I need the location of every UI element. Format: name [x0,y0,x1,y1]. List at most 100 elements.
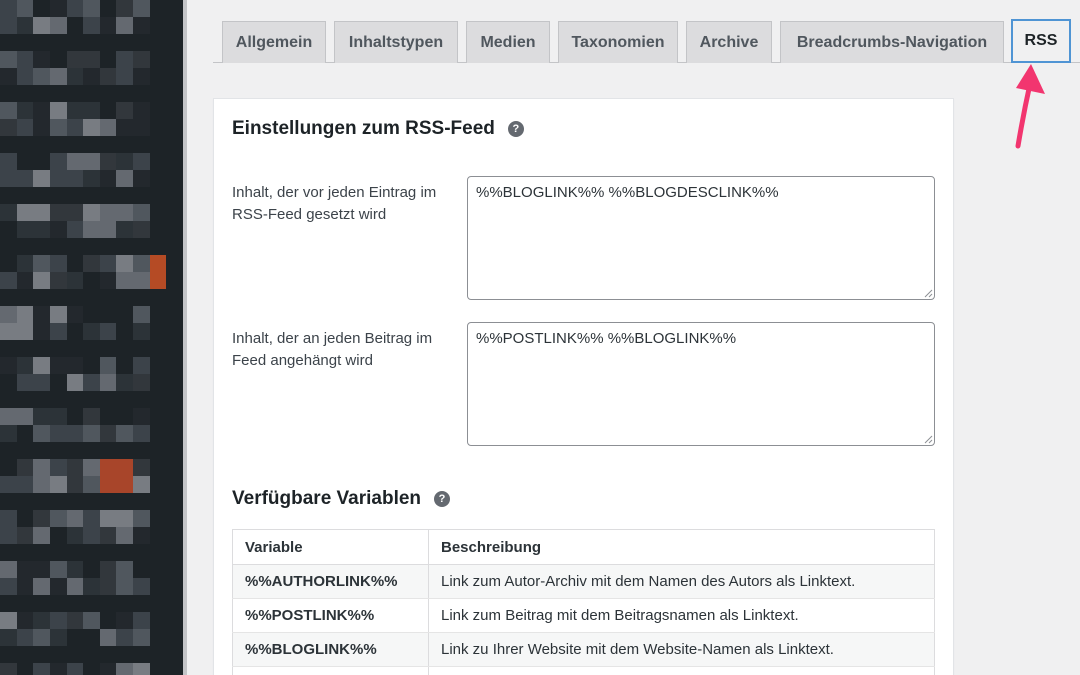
rss-before-textarea[interactable]: %%BLOGLINK%% %%BLOGDESCLINK%% [467,176,935,300]
sidebar-pixel [66,17,84,34]
tab-medien[interactable]: Medien [466,21,550,63]
tab-inhaltstypen[interactable]: Inhaltstypen [334,21,458,63]
variables-table: Variable Beschreibung %%AUTHORLINK%% Lin… [232,529,935,675]
tab-rss[interactable]: RSS [1011,19,1071,63]
sidebar-pixel [66,612,84,629]
sidebar-pixel [133,306,150,323]
sidebar-pixel [66,374,84,391]
sidebar-pixel [133,663,150,675]
sidebar-pixel [33,204,50,221]
sidebar-pixel [133,68,150,85]
sidebar-pixel [66,391,84,408]
sidebar-pixel [166,425,183,442]
sidebar-pixel [133,612,150,629]
sidebar-pixel [166,510,183,527]
sidebar-pixel [16,17,34,34]
sidebar-pixel [0,17,17,34]
sidebar-pixel [16,119,34,136]
sidebar-pixel [99,561,117,578]
sidebar-pixel [133,408,150,425]
sidebar-pixel [0,102,17,119]
sidebar-pixel [66,476,84,493]
table-row: %%AUTHORLINK%% Link zum Autor-Archiv mit… [232,564,935,599]
sidebar-pixel [116,51,134,68]
sidebar-pixel [0,0,17,17]
sidebar-pixel [166,306,183,323]
sidebar-pixel [49,272,67,289]
sidebar-pixel [83,136,100,153]
sidebar-pixel [116,391,134,408]
sidebar-pixel [16,170,34,187]
sidebar-pixel [99,408,117,425]
sidebar-pixel [166,323,183,340]
sidebar-pixel [116,238,134,255]
sidebar-pixel [83,153,100,170]
sidebar-pixel [99,306,117,323]
sidebar-pixel [133,544,150,561]
sidebar-pixel [83,170,100,187]
sidebar-pixel [33,391,50,408]
sidebar-pixel [83,595,100,612]
sidebar-pixel [66,136,84,153]
sidebar-pixel [116,595,134,612]
sidebar-pixel [99,289,117,306]
sidebar-pixel [33,102,50,119]
sidebar-pixel [33,187,50,204]
sidebar-pixel [83,34,100,51]
tab-allgemein[interactable]: Allgemein [222,21,326,63]
tab-breadcrumbs[interactable]: Breadcrumbs-Navigation [780,21,1004,63]
sidebar-pixel [116,289,134,306]
sidebar-pixel [49,357,67,374]
sidebar-pixel [0,289,17,306]
sidebar-pixel [133,102,150,119]
sidebar-pixel [33,544,50,561]
sidebar-pixel [133,578,150,595]
sidebar-pixel [149,85,167,102]
sidebar-pixel [133,289,150,306]
help-icon[interactable]: ? [434,491,451,507]
sidebar-pixel [33,0,50,17]
sidebar-pixel [66,153,84,170]
sidebar-pixel [133,510,150,527]
sidebar-pixel [99,17,117,34]
rss-section-title: Einstellungen zum RSS-Feed [232,118,495,139]
help-icon[interactable]: ? [507,121,524,137]
sidebar-pixel [16,493,34,510]
rss-after-textarea[interactable]: %%POSTLINK%% %%BLOGLINK%% [467,322,935,446]
resize-grip-icon[interactable] [923,288,933,298]
sidebar-pixel [16,612,34,629]
sidebar-pixel [99,102,117,119]
sidebar-pixel [66,357,84,374]
sidebar-pixel [149,612,167,629]
sidebar-pixel [0,170,17,187]
sidebar-pixel [49,34,67,51]
sidebar-pixel [116,510,134,527]
sidebar-pixel [133,272,150,289]
sidebar-pixel [16,527,34,544]
sidebar-pixel [149,595,167,612]
tab-taxonomien[interactable]: Taxonomien [558,21,678,63]
sidebar-pixel [116,272,134,289]
sidebar-pixel [133,629,150,646]
sidebar-pixel [149,578,167,595]
sidebar-pixel [149,323,167,340]
sidebar-pixel [0,595,17,612]
resize-grip-icon[interactable] [923,434,933,444]
sidebar-pixel [133,85,150,102]
sidebar-pixel [116,459,134,476]
sidebar-pixel [66,544,84,561]
tab-archive[interactable]: Archive [686,21,772,63]
sidebar-pixel [49,153,67,170]
sidebar-pixel [16,0,34,17]
sidebar-pixel [166,459,183,476]
sidebar-pixel [133,17,150,34]
sidebar-pixel [166,663,183,675]
sidebar-pixel [0,442,17,459]
sidebar-pixel [149,646,167,663]
sidebar-pixel [99,493,117,510]
sidebar-pixel [166,0,183,17]
sidebar-pixel [133,0,150,17]
sidebar-pixel [83,493,100,510]
table-row: %%POSTLINK%% Link zum Beitrag mit dem Be… [232,598,935,633]
sidebar-pixel [166,527,183,544]
